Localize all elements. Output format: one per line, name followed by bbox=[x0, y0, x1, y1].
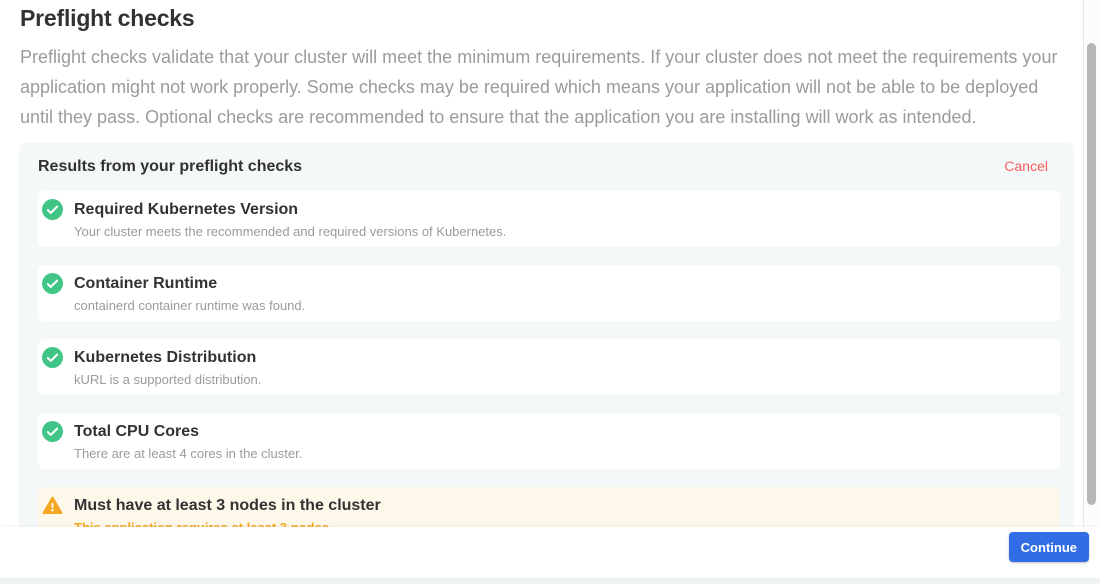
warning-triangle-icon bbox=[42, 495, 63, 516]
check-message: Your cluster meets the recommended and r… bbox=[74, 223, 506, 241]
bottom-strip bbox=[0, 578, 1100, 584]
check-title: Total CPU Cores bbox=[74, 421, 302, 442]
check-title: Container Runtime bbox=[74, 273, 305, 294]
check-message: There are at least 4 cores in the cluste… bbox=[74, 445, 302, 463]
footer-bar: Continue bbox=[0, 527, 1100, 578]
check-text: Total CPU Cores There are at least 4 cor… bbox=[74, 421, 302, 463]
check-circle-icon bbox=[42, 347, 63, 368]
card-header: Results from your preflight checks Cance… bbox=[38, 157, 1060, 176]
preflight-results-card: Results from your preflight checks Cance… bbox=[19, 143, 1074, 553]
page-title: Preflight checks bbox=[20, 5, 194, 32]
check-text: Required Kubernetes Version Your cluster… bbox=[74, 199, 506, 241]
check-row-total-cpu-cores: Total CPU Cores There are at least 4 cor… bbox=[38, 413, 1060, 469]
check-title: Kubernetes Distribution bbox=[74, 347, 261, 368]
check-row-container-runtime: Container Runtime containerd container r… bbox=[38, 265, 1060, 321]
scrollbar-track[interactable] bbox=[1083, 0, 1099, 527]
check-circle-icon bbox=[42, 199, 63, 220]
check-text: Container Runtime containerd container r… bbox=[74, 273, 305, 315]
scrollbar-thumb[interactable] bbox=[1087, 43, 1096, 505]
check-circle-icon bbox=[42, 421, 63, 442]
checks-list: Required Kubernetes Version Your cluster… bbox=[38, 191, 1060, 543]
page-description: Preflight checks validate that your clus… bbox=[20, 42, 1070, 132]
cancel-link[interactable]: Cancel bbox=[1004, 157, 1048, 176]
check-text: Kubernetes Distribution kURL is a suppor… bbox=[74, 347, 261, 389]
check-message: containerd container runtime was found. bbox=[74, 297, 305, 315]
check-row-kubernetes-distribution: Kubernetes Distribution kURL is a suppor… bbox=[38, 339, 1060, 395]
check-title: Must have at least 3 nodes in the cluste… bbox=[74, 495, 381, 516]
results-heading: Results from your preflight checks bbox=[38, 157, 302, 176]
check-row-required-kubernetes-version: Required Kubernetes Version Your cluster… bbox=[38, 191, 1060, 247]
check-circle-icon bbox=[42, 273, 63, 294]
check-message: kURL is a supported distribution. bbox=[74, 371, 261, 389]
check-title: Required Kubernetes Version bbox=[74, 199, 506, 220]
continue-button[interactable]: Continue bbox=[1009, 532, 1089, 562]
